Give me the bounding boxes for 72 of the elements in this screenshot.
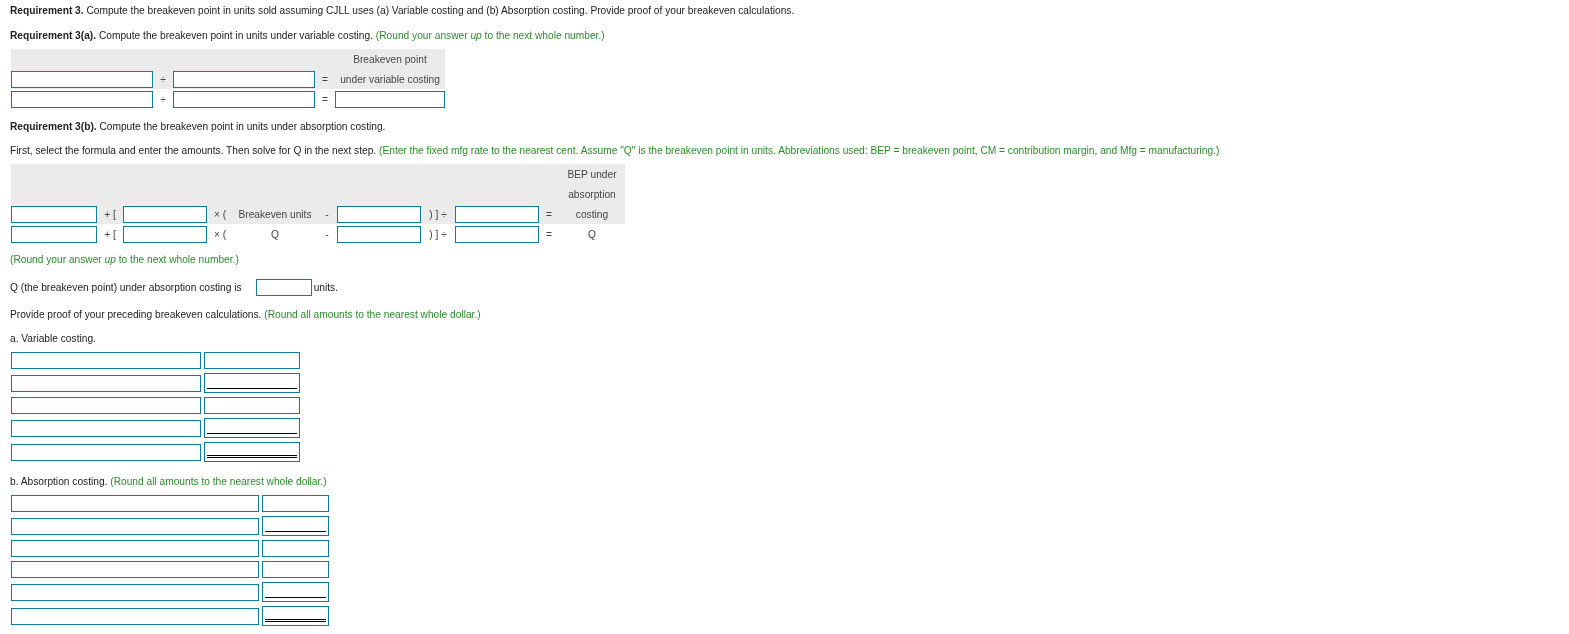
hint-text: (Round all amounts to the nearest whole dollar.) [110, 476, 327, 487]
column-header: absorption [568, 188, 616, 200]
input-field[interactable] [11, 540, 259, 557]
input-field[interactable] [455, 225, 539, 243]
hint-text: (Round all amounts to the nearest whole dollar.) [264, 309, 481, 320]
input-field[interactable] [11, 374, 201, 392]
requirement-text: Requirement 3(b). Compute the breakeven point in units under absorption costing. [10, 121, 387, 133]
math-operator: - [325, 208, 329, 220]
amount-field[interactable] [262, 606, 329, 626]
input-field[interactable] [11, 443, 201, 461]
formula-label: under variable costing [340, 73, 440, 85]
input-field[interactable] [455, 205, 539, 223]
amount-field[interactable] [204, 373, 300, 393]
amount-field[interactable] [262, 516, 329, 536]
input-field[interactable] [123, 205, 207, 223]
requirement-text: Requirement 3. Compute the breakeven point in units sold assuming CJLL uses (a) Variable costing and (b) Absorption costing. Provide proof of your breakeven calculations. [10, 5, 796, 17]
input-field[interactable] [11, 205, 97, 223]
math-operator: × ( [213, 208, 227, 220]
math-operator: ÷ [160, 93, 166, 105]
math-operator: + [ [104, 228, 116, 240]
input-field[interactable] [11, 607, 259, 625]
input-field[interactable] [11, 352, 201, 369]
amount-field[interactable] [262, 582, 329, 602]
formula-label: Q [588, 228, 596, 240]
math-operator: ) ] ÷ [429, 208, 447, 220]
section-title: b. Absorption costing. [10, 476, 108, 487]
input-field[interactable] [11, 495, 259, 512]
input-field[interactable] [335, 90, 445, 108]
input-field[interactable] [11, 583, 259, 601]
amount-field[interactable] [204, 442, 300, 462]
input-field[interactable] [11, 517, 259, 535]
amount-field[interactable] [262, 540, 329, 557]
formula-label: costing [575, 208, 609, 220]
input-field[interactable] [173, 90, 315, 108]
amount-field[interactable] [262, 561, 329, 578]
requirement-text: Requirement 3(a). Compute the breakeven point in units under variable costing. [10, 30, 373, 41]
math-operator: = [546, 228, 552, 240]
input-field[interactable] [11, 90, 153, 108]
unit-label: units. [313, 281, 338, 294]
input-field[interactable] [11, 225, 97, 243]
instruction-text: First, select the formula and enter the amounts. Then solve for Q in the next step. [10, 145, 377, 156]
input-field[interactable] [11, 70, 153, 88]
math-operator: - [325, 228, 329, 240]
formula-label: Breakeven units [238, 208, 312, 220]
input-field[interactable] [11, 561, 259, 578]
input-field[interactable] [337, 205, 421, 223]
hint-text: (Round your answer up to the next whole number.) [10, 254, 240, 266]
input-field[interactable] [337, 225, 421, 243]
amount-field[interactable] [262, 495, 329, 512]
section-title: a. Variable costing. [10, 333, 97, 345]
amount-field[interactable] [204, 397, 300, 414]
hint-text: (Round your answer up to the next whole number.) [375, 30, 605, 41]
math-operator: = [322, 73, 328, 85]
input-field[interactable] [123, 225, 207, 243]
input-field[interactable] [11, 419, 201, 437]
amount-field[interactable] [204, 418, 300, 438]
math-operator: + [ [104, 208, 116, 220]
math-operator: = [322, 93, 328, 105]
hint-text: (Enter the fixed mfg rate to the nearest cent. Assume "Q" is the breakeven point in units. Abbreviations used: BEP = breakeven point, CM = contribution margin, and Mfg = manufacturing.) [379, 145, 1220, 156]
math-operator: ÷ [160, 73, 166, 85]
math-operator: × ( [213, 228, 227, 240]
column-header: Breakeven point [353, 53, 427, 65]
input-field[interactable] [255, 279, 312, 296]
column-header: BEP under [567, 168, 617, 180]
instruction-text: Provide proof of your preceding breakeven calculations. [10, 309, 262, 320]
question-label: Q (the breakeven point) under absorption costing is [10, 281, 242, 294]
math-operator: = [546, 208, 552, 220]
math-operator: ) ] ÷ [429, 228, 447, 240]
input-field[interactable] [173, 70, 315, 88]
input-field[interactable] [11, 397, 201, 414]
amount-field[interactable] [204, 352, 300, 369]
formula-label: Q [271, 228, 279, 240]
